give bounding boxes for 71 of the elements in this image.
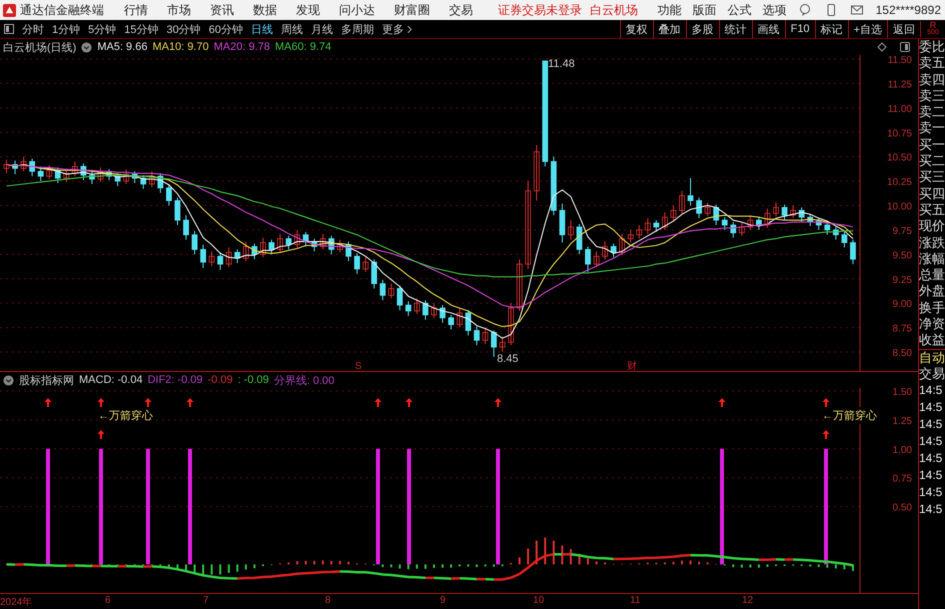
quote-field-label: 现价 bbox=[919, 218, 945, 235]
quote-field-label: 买二 bbox=[919, 153, 945, 170]
trade-time: 14:5 bbox=[919, 484, 944, 502]
price-axis-label: 10.25 bbox=[886, 177, 912, 188]
date-axis-label: 10 bbox=[533, 595, 544, 606]
price-axis-label: 11.00 bbox=[888, 104, 912, 115]
indicator-axis-label: 1.50 bbox=[892, 388, 912, 398]
price-axis-label: 9.00 bbox=[892, 299, 912, 310]
price-axis-label: 9.50 bbox=[892, 250, 912, 262]
signal-label: ←万箭穿心 bbox=[822, 410, 877, 422]
quote-field-label: 收益 bbox=[919, 332, 945, 349]
quote-field-label: 卖一 bbox=[919, 120, 945, 137]
indicator-name: 股标指标网 bbox=[19, 374, 74, 388]
quote-field-label: 总量 bbox=[919, 267, 945, 284]
indicator-value: DIF2: -0.09 bbox=[148, 374, 203, 386]
price-axis-label: 10.50 bbox=[886, 152, 912, 164]
indicator-axis-label: 1.00 bbox=[892, 444, 912, 456]
high-price-label: 11.48 bbox=[548, 58, 575, 70]
indicator-value: 分界线: 0.00 bbox=[274, 374, 334, 388]
date-axis-label: 11 bbox=[630, 595, 640, 606]
stock-name: 白云机场 bbox=[590, 2, 638, 18]
signal-label: ←万箭穿心 bbox=[98, 410, 153, 422]
price-axis-label: 10.75 bbox=[886, 128, 912, 140]
indicator-value: MACD: -0.04 bbox=[79, 374, 143, 386]
quote-field-label: 卖五 bbox=[919, 55, 945, 72]
indicator-value: : -0.09 bbox=[238, 374, 269, 386]
moving-average-legend: MA5: 9.66 bbox=[97, 41, 148, 53]
date-axis-label: 7 bbox=[203, 595, 209, 606]
quote-field-label: 涨跌 bbox=[919, 234, 945, 251]
moving-average-legend: MA20: 9.78 bbox=[214, 41, 270, 53]
trade-time: 14:5 bbox=[919, 382, 944, 400]
quote-field-label: 卖三 bbox=[919, 88, 945, 104]
trade-time: 14:5 bbox=[919, 433, 944, 450]
price-axis-label: 9.25 bbox=[892, 274, 912, 286]
price-axis-label: 8.75 bbox=[892, 324, 912, 335]
trade-time: 14:5 bbox=[919, 467, 944, 484]
quote-field-label: 买一 bbox=[919, 136, 945, 154]
quote-field-label: 涨幅 bbox=[919, 250, 945, 268]
date-axis-label: 6 bbox=[105, 595, 111, 606]
trade-time: 14:5 bbox=[919, 416, 944, 434]
trade-time: 14:5 bbox=[919, 501, 944, 518]
date-axis-label: 9 bbox=[440, 595, 446, 606]
quote-field-label: 净资 bbox=[919, 316, 945, 332]
moving-average-legend: MA10: 9.70 bbox=[152, 41, 209, 53]
quote-field-label: 换手 bbox=[919, 300, 945, 316]
price-axis-label: 9.75 bbox=[892, 226, 912, 237]
quote-field-label: 委比 bbox=[919, 39, 945, 56]
date-axis-label: 2024年 bbox=[0, 596, 32, 609]
quote-field-label: 买五 bbox=[919, 202, 945, 218]
indicator-axis-label: 0.75 bbox=[892, 474, 912, 485]
indicator-axis-label: 1.25 bbox=[892, 416, 912, 427]
date-axis-label: 12 bbox=[742, 595, 754, 606]
price-axis-label: 11.50 bbox=[888, 55, 912, 66]
price-axis-label: 11.25 bbox=[888, 79, 912, 90]
trade-label: 交易 bbox=[919, 366, 945, 382]
trade-time: 14:5 bbox=[919, 399, 944, 416]
indicator-value: -0.09 bbox=[208, 374, 233, 386]
quote-field-label: 买四 bbox=[919, 186, 945, 202]
low-price-label: 8.45 bbox=[497, 353, 518, 365]
moving-average-legend: MA60: 9.74 bbox=[275, 41, 332, 53]
app-name: 通达信金融终端 bbox=[20, 2, 104, 18]
indicator-axis-label: 0.50 bbox=[892, 502, 912, 514]
price-axis-label: 8.50 bbox=[892, 348, 912, 359]
date-axis-label: 8 bbox=[325, 595, 331, 606]
quote-field-label: 外盘 bbox=[919, 283, 945, 300]
price-axis-label: 10.00 bbox=[886, 202, 912, 212]
chart-title: 白云机场(日线) bbox=[3, 40, 76, 54]
quote-field-label: 买三 bbox=[919, 169, 945, 186]
trade-time: 14:5 bbox=[919, 450, 944, 468]
quote-field-label: 卖二 bbox=[919, 104, 945, 120]
quote-field-label: 卖四 bbox=[919, 72, 945, 88]
